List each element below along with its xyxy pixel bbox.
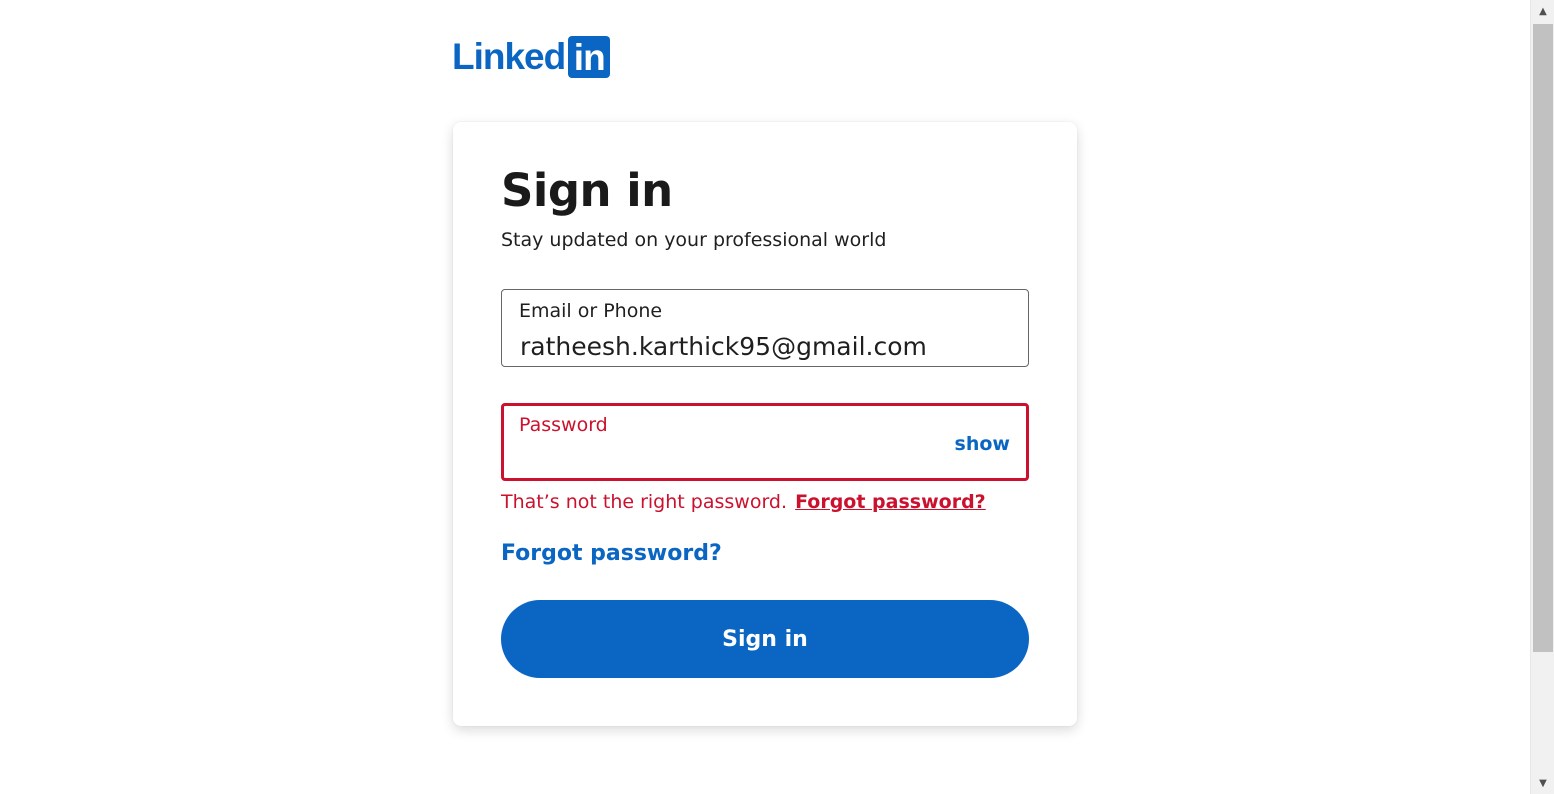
scroll-down-icon[interactable]: ▼	[1531, 772, 1554, 794]
password-error-message: That’s not the right password. Forgot pa…	[501, 490, 986, 514]
password-field[interactable]: Password show	[501, 403, 1029, 481]
page: Linked in Sign in Stay updated on your p…	[0, 0, 1554, 794]
page-title: Sign in	[501, 164, 673, 217]
forgot-password-link[interactable]: Forgot password?	[501, 540, 722, 568]
error-forgot-password-link[interactable]: Forgot password?	[795, 491, 986, 513]
linkedin-logo[interactable]: Linked in	[452, 36, 611, 78]
logo-in-badge: in	[568, 36, 611, 78]
show-password-button[interactable]: show	[955, 432, 1010, 456]
scroll-thumb[interactable]	[1533, 24, 1553, 652]
password-input[interactable]	[520, 444, 940, 478]
logo-wordmark: Linked	[452, 36, 566, 77]
sign-in-button[interactable]: Sign in	[501, 600, 1029, 678]
scroll-up-icon[interactable]: ▲	[1531, 0, 1554, 22]
vertical-scrollbar[interactable]: ▲ ▼	[1530, 0, 1554, 794]
password-label: Password	[519, 414, 608, 436]
signin-card: Sign in Stay updated on your professiona…	[453, 122, 1077, 726]
email-input[interactable]	[520, 330, 1010, 364]
page-subtitle: Stay updated on your professional world	[501, 229, 887, 251]
email-label: Email or Phone	[519, 300, 663, 322]
email-field[interactable]: Email or Phone	[501, 289, 1029, 367]
error-text: That’s not the right password.	[501, 491, 788, 513]
